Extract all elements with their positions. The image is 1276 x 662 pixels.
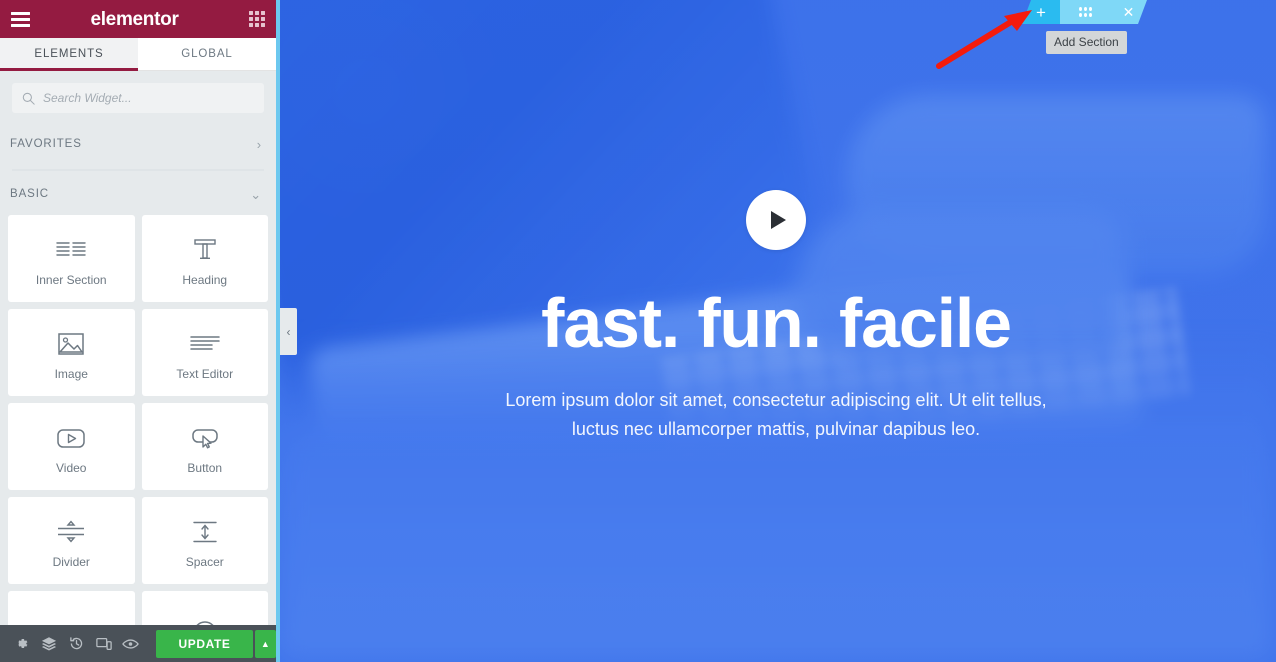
panel-collapse-handle[interactable]: ‹ <box>280 308 297 355</box>
chevron-left-icon: ‹ <box>286 324 291 339</box>
close-section-toolbar-button[interactable]: ✕ <box>1110 0 1147 24</box>
category-favorites[interactable]: FAVORITES › <box>0 123 276 171</box>
hamburger-icon[interactable] <box>11 11 30 27</box>
search-icon <box>22 92 35 105</box>
category-favorites-label: FAVORITES <box>10 138 82 150</box>
text-editor-icon <box>190 325 220 363</box>
search-input[interactable] <box>43 91 254 105</box>
video-play-icon <box>56 419 86 457</box>
widget-label: Spacer <box>185 554 224 569</box>
caret-up-icon[interactable]: ▲ <box>254 629 276 658</box>
hero-title: fast. fun. facile <box>541 284 1012 362</box>
panel-header: elementor <box>0 0 276 38</box>
panel-footer: UPDATE ▲ <box>0 625 276 662</box>
widget-heading[interactable]: Heading <box>141 215 268 302</box>
tab-elements[interactable]: ELEMENTS <box>0 38 138 71</box>
update-button[interactable]: UPDATE <box>156 629 253 658</box>
widget-inner-section[interactable]: Inner Section <box>8 215 135 302</box>
panel-tabs: ELEMENTS GLOBAL <box>0 38 276 71</box>
responsive-mode-icon[interactable] <box>90 625 117 662</box>
search-box[interactable] <box>12 83 264 113</box>
elementor-panel: elementor ELEMENTS GLOBAL FAVORITES › <box>0 0 276 662</box>
section-drag-handle[interactable] <box>1060 0 1110 24</box>
grid-handle-icon <box>1078 7 1092 17</box>
widget-divider[interactable]: Divider <box>8 497 135 584</box>
preview-eye-icon[interactable] <box>117 625 144 662</box>
elementor-logo: elementor <box>90 8 179 30</box>
widget-label: Video <box>56 460 87 475</box>
plus-icon: + <box>1036 2 1046 22</box>
inner-section-icon <box>56 231 86 269</box>
widget-spacer[interactable]: Spacer <box>141 497 268 584</box>
heading-t-icon <box>191 231 219 269</box>
tab-global[interactable]: GLOBAL <box>138 38 276 70</box>
widget-grid: Inner Section Heading Image Text Editor … <box>0 215 276 662</box>
widget-label: Heading <box>182 272 228 287</box>
navigator-layers-icon[interactable] <box>35 625 62 662</box>
widget-label: Text Editor <box>176 366 234 381</box>
divider-icon <box>56 513 86 551</box>
button-cursor-icon <box>190 419 220 457</box>
add-section-tooltip: Add Section <box>1046 31 1127 54</box>
widget-text-editor[interactable]: Text Editor <box>141 309 268 396</box>
category-basic-label: BASIC <box>10 188 50 200</box>
chevron-right-icon: › <box>256 136 262 152</box>
hero-section: fast. fun. facile Lorem ipsum dolor sit … <box>276 0 1276 662</box>
spacer-icon <box>190 513 220 551</box>
section-add-toolbar: + ✕ <box>1022 0 1147 24</box>
widget-button[interactable]: Button <box>141 403 268 490</box>
widget-label: Button <box>187 460 223 475</box>
play-button-icon[interactable] <box>746 190 806 250</box>
grid-apps-icon[interactable] <box>248 11 265 27</box>
add-section-button[interactable]: + <box>1022 0 1060 24</box>
category-basic[interactable]: BASIC ⌄ <box>0 173 276 215</box>
widget-video[interactable]: Video <box>8 403 135 490</box>
widget-label: Divider <box>52 554 90 569</box>
page-canvas[interactable]: fast. fun. facile Lorem ipsum dolor sit … <box>276 0 1276 662</box>
widget-label: Image <box>54 366 88 381</box>
close-x-icon: ✕ <box>1122 4 1135 20</box>
history-icon[interactable] <box>63 625 90 662</box>
search-widget-area <box>0 71 276 123</box>
chevron-down-icon: ⌄ <box>250 186 262 202</box>
image-icon <box>57 325 85 363</box>
widget-image[interactable]: Image <box>8 309 135 396</box>
widget-list[interactable]: FAVORITES › BASIC ⌄ Inner Section Headin… <box>0 123 276 662</box>
settings-gear-icon[interactable] <box>8 625 35 662</box>
widget-label: Inner Section <box>35 272 107 287</box>
elementor-editor: elementor ELEMENTS GLOBAL FAVORITES › <box>0 0 1276 662</box>
hero-subtitle: Lorem ipsum dolor sit amet, consectetur … <box>505 390 1047 440</box>
